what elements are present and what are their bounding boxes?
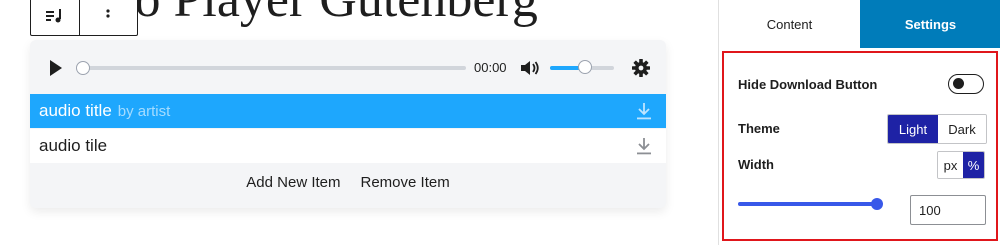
theme-option-dark[interactable]: Dark bbox=[938, 115, 986, 143]
play-icon bbox=[50, 60, 62, 76]
sidebar-tabs: Content Settings bbox=[719, 0, 1000, 48]
tab-content[interactable]: Content bbox=[719, 0, 860, 48]
width-value-input[interactable] bbox=[910, 195, 986, 225]
toggle-knob bbox=[953, 78, 964, 89]
progress-handle[interactable] bbox=[76, 61, 90, 75]
vertical-ellipsis-icon bbox=[106, 9, 110, 18]
theme-selector: Light Dark bbox=[887, 114, 987, 144]
unit-option-px[interactable]: px bbox=[938, 152, 963, 178]
more-options-button[interactable] bbox=[78, 0, 137, 35]
block-toolbar bbox=[30, 0, 138, 36]
play-button[interactable] bbox=[48, 59, 64, 77]
unit-option-percent[interactable]: % bbox=[963, 152, 984, 178]
download-icon[interactable] bbox=[636, 102, 652, 120]
volume-slider[interactable] bbox=[550, 60, 614, 74]
post-title[interactable]: io Player Gutenberg bbox=[120, 0, 538, 29]
hide-download-toggle[interactable] bbox=[948, 74, 984, 94]
track-item[interactable]: audio tile bbox=[30, 129, 666, 163]
download-icon[interactable] bbox=[636, 137, 652, 155]
editor-canvas: io Player Gutenberg bbox=[0, 0, 1000, 245]
settings-sidebar: Content Settings Hide Download Button Th… bbox=[718, 0, 1000, 245]
add-item-button[interactable]: Add New Item bbox=[246, 174, 340, 191]
settings-panel: Hide Download Button Theme Light Dark Wi… bbox=[722, 51, 998, 241]
editor-area: io Player Gutenberg bbox=[0, 0, 718, 245]
width-label: Width bbox=[738, 157, 774, 172]
track-title: audio tile bbox=[39, 136, 108, 155]
width-unit-selector: px % bbox=[937, 151, 985, 179]
width-slider[interactable] bbox=[738, 198, 883, 210]
volume-icon bbox=[521, 61, 539, 75]
audio-list-icon bbox=[45, 9, 61, 23]
player-settings-button[interactable] bbox=[631, 58, 651, 78]
audio-player-card: 00:00 audio title by artist audio tile A… bbox=[30, 40, 666, 208]
block-type-button[interactable] bbox=[31, 0, 79, 35]
theme-option-light[interactable]: Light bbox=[888, 115, 938, 143]
item-actions: Add New Item Remove Item bbox=[30, 174, 666, 191]
volume-button[interactable] bbox=[520, 59, 540, 77]
tab-settings[interactable]: Settings bbox=[860, 0, 1000, 48]
width-slider-handle[interactable] bbox=[871, 198, 883, 210]
progress-bar[interactable] bbox=[76, 61, 466, 75]
player-controls: 00:00 bbox=[30, 40, 666, 94]
gear-icon bbox=[632, 59, 650, 77]
track-item-active[interactable]: audio title by artist bbox=[30, 94, 666, 128]
volume-handle[interactable] bbox=[578, 60, 593, 74]
time-display: 00:00 bbox=[474, 60, 507, 75]
remove-item-button[interactable]: Remove Item bbox=[361, 174, 450, 191]
theme-label: Theme bbox=[738, 121, 780, 136]
hide-download-label: Hide Download Button bbox=[738, 77, 878, 92]
track-artist: by artist bbox=[117, 102, 171, 120]
track-title: audio title bbox=[39, 101, 112, 120]
